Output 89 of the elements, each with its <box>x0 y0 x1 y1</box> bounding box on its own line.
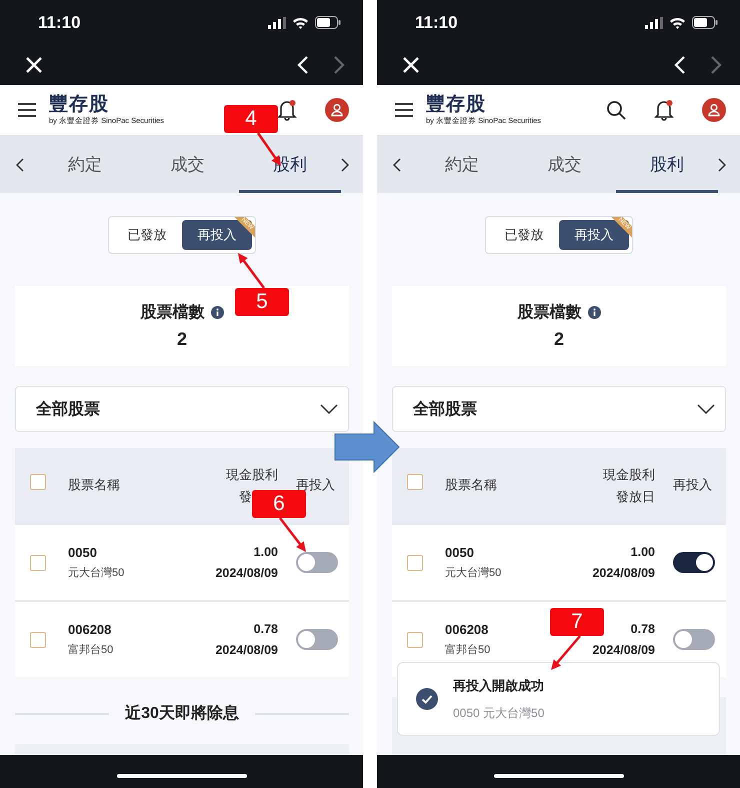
row-checkbox[interactable] <box>30 554 46 570</box>
tab[interactable]: 成交 <box>136 136 239 193</box>
stock-name: 元大台灣50 <box>68 566 126 580</box>
chevron-left-icon[interactable] <box>393 158 401 172</box>
column-header: 現金股利 <box>226 466 278 484</box>
summary-label: 股票檔數 <box>518 302 582 323</box>
tab[interactable]: 成交 <box>513 136 616 193</box>
bell-icon[interactable] <box>654 99 674 121</box>
wifi-icon <box>292 16 309 28</box>
segment-tab[interactable]: 已發放 <box>489 220 559 250</box>
toast-title: 再投入開啟成功 <box>453 676 544 694</box>
wifi-icon <box>669 16 686 28</box>
column-header: 股票名稱 <box>68 476 121 494</box>
close-icon[interactable] <box>25 56 43 74</box>
tab[interactable]: 股利 <box>616 136 718 193</box>
stock-code: 0050 <box>445 545 475 560</box>
info-icon[interactable] <box>210 306 224 319</box>
battery-icon <box>692 16 718 29</box>
reinvest-toggle[interactable] <box>296 552 338 573</box>
column-header: 股票名稱 <box>445 476 498 494</box>
stock-code: 0050 <box>68 545 98 560</box>
app-logo: 豐存股 <box>49 94 110 116</box>
back-icon[interactable] <box>297 55 309 75</box>
menu-icon[interactable] <box>18 103 36 117</box>
section-title: 近30天即將除息 <box>125 703 239 724</box>
battery-icon <box>315 16 341 29</box>
step-badge: 7 <box>550 608 604 636</box>
stock-name: 富邦台50 <box>445 642 492 657</box>
forward-icon[interactable] <box>710 55 722 75</box>
tab[interactable]: 約定 <box>34 136 136 193</box>
summary-value: 2 <box>554 329 564 350</box>
signal-icon <box>268 16 286 28</box>
stock-filter-dropdown[interactable]: 全部股票 <box>392 386 726 432</box>
segment-tab[interactable]: 已發放 <box>112 220 182 250</box>
right-arrow-icon <box>334 421 400 473</box>
forward-icon[interactable] <box>333 55 345 75</box>
bell-icon[interactable] <box>277 99 297 121</box>
status-time: 11:10 <box>415 12 458 32</box>
back-icon[interactable] <box>674 55 686 75</box>
app-logo: 豐存股 <box>426 94 487 116</box>
dividend-amount: 1.00 <box>630 545 655 559</box>
summary-value: 2 <box>176 329 187 350</box>
select-all-checkbox[interactable] <box>407 474 423 490</box>
chevron-right-icon[interactable] <box>718 158 726 172</box>
dividend-amount: 0.78 <box>630 622 655 636</box>
row-checkbox[interactable] <box>30 632 46 648</box>
column-header: 現金股利 <box>603 466 655 484</box>
stock-filter-dropdown[interactable]: 全部股票 <box>15 386 349 432</box>
select-all-checkbox[interactable] <box>30 474 46 490</box>
dividend-amount: 1.00 <box>254 545 278 559</box>
payment-date: 2024/08/09 <box>215 566 278 580</box>
status-time: 11:10 <box>38 12 81 32</box>
avatar-icon[interactable] <box>702 98 726 122</box>
signal-icon <box>645 16 663 28</box>
tab[interactable]: 約定 <box>411 136 514 193</box>
payment-date: 2024/08/09 <box>592 566 655 580</box>
stock-code: 006208 <box>68 622 112 637</box>
check-icon <box>416 688 438 710</box>
callout-arrow <box>551 635 581 670</box>
chevron-down-icon <box>697 404 715 414</box>
callout-arrow <box>279 517 306 552</box>
column-header: 再投入 <box>673 476 713 494</box>
close-icon[interactable] <box>402 56 420 74</box>
step-badge: 5 <box>235 288 289 316</box>
chevron-down-icon <box>320 404 338 414</box>
summary-label: 股票檔數 <box>140 302 204 323</box>
stock-name: 富邦台50 <box>68 642 114 657</box>
reinvest-toggle[interactable] <box>673 629 715 650</box>
avatar-icon[interactable] <box>325 98 349 122</box>
stock-code: 006208 <box>445 622 490 637</box>
stock-name: 元大台灣50 <box>445 566 502 580</box>
row-checkbox[interactable] <box>407 632 423 648</box>
toast-subtitle: 0050 元大台灣50 <box>453 704 544 722</box>
search-icon[interactable] <box>606 100 626 120</box>
chevron-left-icon[interactable] <box>16 158 24 172</box>
row-checkbox[interactable] <box>407 554 423 570</box>
callout-arrow <box>238 253 265 289</box>
reinvest-toggle[interactable] <box>673 552 715 573</box>
column-header: 發放日 <box>615 488 655 506</box>
column-header: 發 <box>238 488 252 506</box>
info-icon[interactable] <box>588 306 600 319</box>
payment-date: 2024/08/09 <box>592 643 655 657</box>
menu-icon[interactable] <box>395 103 413 117</box>
dividend-amount: 0.78 <box>254 622 278 636</box>
step-badge: 4 <box>224 105 278 133</box>
payment-date: 2024/08/09 <box>215 643 278 657</box>
reinvest-toggle[interactable] <box>296 629 338 650</box>
chevron-right-icon[interactable] <box>341 158 349 172</box>
step-badge: 6 <box>252 490 306 518</box>
